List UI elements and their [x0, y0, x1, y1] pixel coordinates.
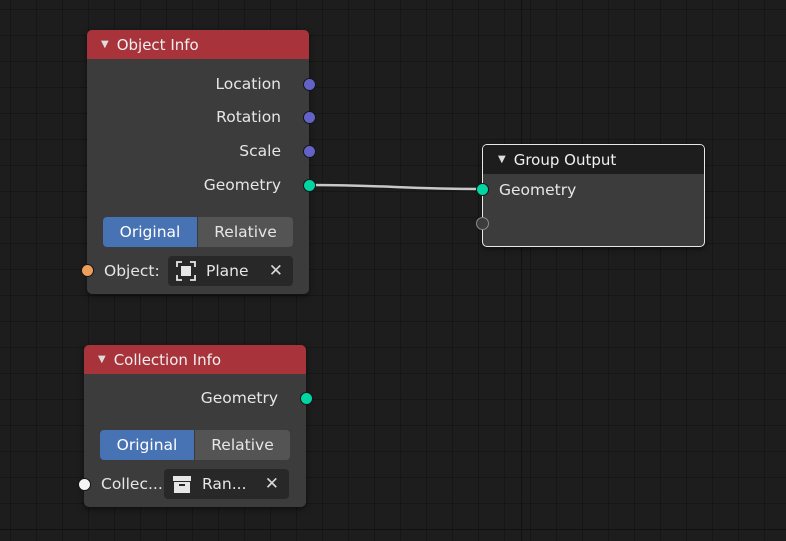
location-socket[interactable]: [303, 78, 316, 91]
object-input-label: Object:: [104, 258, 160, 284]
output-location: Location: [215, 71, 281, 97]
object-picker[interactable]: Plane ✕: [168, 256, 293, 286]
socket-label: Geometry: [203, 176, 281, 194]
node-header[interactable]: ▼ Object Info: [87, 30, 309, 59]
scale-socket[interactable]: [303, 145, 316, 158]
rotation-socket[interactable]: [303, 111, 316, 124]
transform-space-toggle[interactable]: Original Relative: [103, 217, 293, 247]
collection-input-label: Collec...: [101, 471, 163, 497]
geometry-output-socket[interactable]: [300, 392, 313, 405]
close-icon[interactable]: ✕: [265, 474, 279, 494]
node-header[interactable]: ▼ Group Output: [483, 145, 704, 174]
transform-space-toggle[interactable]: Original Relative: [100, 430, 290, 460]
socket-label: Rotation: [216, 108, 281, 126]
geometry-input-socket[interactable]: [476, 183, 489, 196]
geometry-output-socket[interactable]: [303, 179, 316, 192]
output-scale: Scale: [239, 138, 281, 164]
collection-box-icon: [173, 476, 191, 493]
triangle-down-icon[interactable]: ▼: [498, 154, 506, 165]
field-label: Collec...: [101, 475, 163, 493]
collection-value: Ran...: [202, 475, 247, 493]
original-option[interactable]: Original: [100, 430, 194, 460]
node-header[interactable]: ▼ Collection Info: [84, 345, 306, 374]
collection-info-node[interactable]: ▼ Collection Info Geometry Original Rela…: [84, 345, 306, 507]
collection-input-socket[interactable]: [78, 478, 91, 491]
socket-label: Geometry: [499, 181, 577, 199]
relative-option[interactable]: Relative: [197, 217, 293, 247]
grid-major-line-vertical: [521, 0, 522, 541]
node-title: Object Info: [116, 35, 199, 54]
group-output-node[interactable]: ▼ Group Output Geometry: [482, 144, 705, 247]
object-input-socket[interactable]: [81, 264, 94, 277]
empty-input-socket[interactable]: [476, 217, 489, 230]
object-icon: [176, 261, 196, 281]
object-info-node[interactable]: ▼ Object Info Location Rotation Scale Ge…: [87, 30, 309, 294]
output-geometry: Geometry: [204, 172, 281, 198]
triangle-down-icon[interactable]: ▼: [98, 354, 106, 365]
output-rotation: Rotation: [216, 104, 281, 130]
collection-picker[interactable]: Ran... ✕: [164, 469, 289, 499]
relative-option[interactable]: Relative: [194, 430, 290, 460]
object-value: Plane: [206, 262, 249, 280]
node-title: Collection Info: [113, 350, 222, 369]
triangle-down-icon[interactable]: ▼: [101, 39, 109, 50]
field-label: Object:: [104, 262, 160, 280]
socket-label: Geometry: [200, 389, 278, 407]
node-title: Group Output: [513, 150, 617, 169]
input-geometry: Geometry: [499, 177, 576, 203]
grid-major-line-horizontal: [0, 529, 786, 530]
socket-label: Location: [215, 75, 281, 93]
socket-label: Scale: [239, 142, 281, 160]
output-geometry: Geometry: [201, 385, 278, 411]
close-icon[interactable]: ✕: [269, 261, 283, 281]
original-option[interactable]: Original: [103, 217, 197, 247]
